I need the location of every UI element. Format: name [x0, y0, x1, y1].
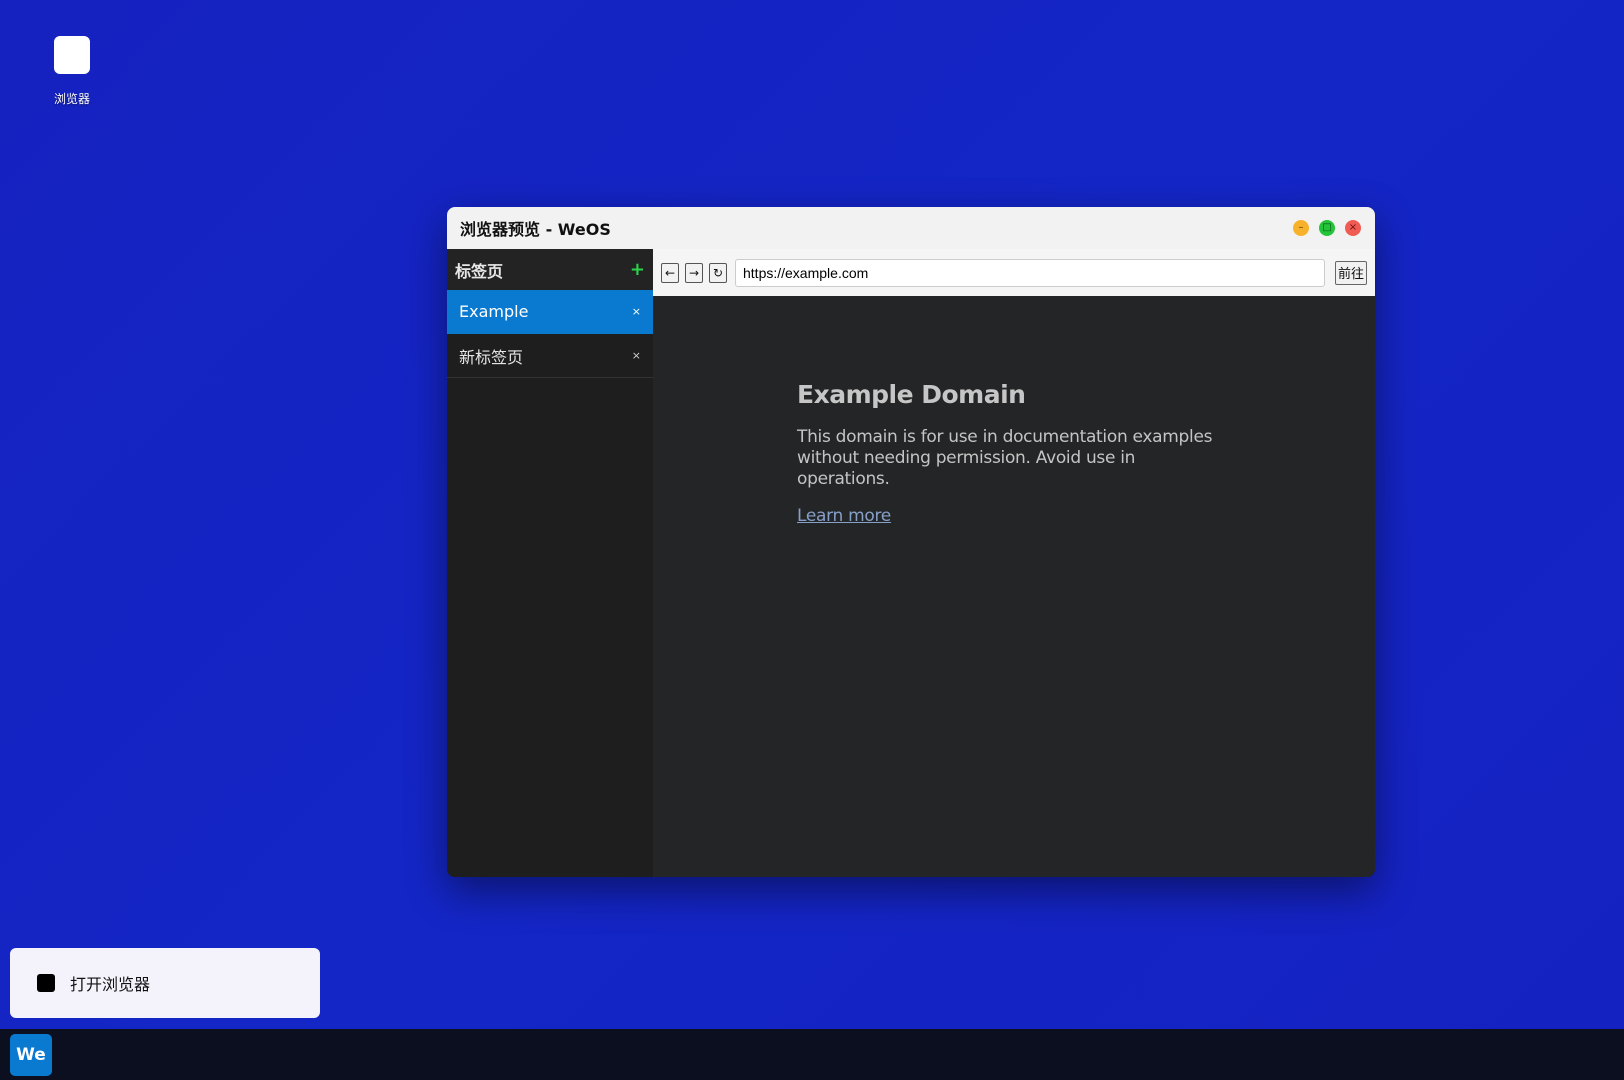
- tabs-sidebar: 标签页 + Example × 新标签页 ×: [447, 249, 653, 877]
- desktop-icon-label: 浏览器: [53, 92, 90, 106]
- reload-button[interactable]: ↻: [709, 262, 727, 283]
- page-body-text: This domain is for use in documentation …: [797, 427, 1213, 489]
- tab-label: Example: [459, 302, 529, 321]
- window-titlebar[interactable]: 浏览器预览 - WeOS – □ ×: [447, 207, 1375, 249]
- window-controls: – □ ×: [1293, 220, 1361, 236]
- tab-new-tab[interactable]: 新标签页 ×: [447, 334, 653, 378]
- tabs-header: 标签页 +: [447, 249, 653, 290]
- open-browser-label: 打开浏览器: [70, 975, 151, 994]
- taskbar: We: [0, 1029, 1624, 1080]
- page-content: Example Domain This domain is for use in…: [653, 296, 1375, 877]
- learn-more-link[interactable]: Learn more: [797, 506, 891, 526]
- window-title: 浏览器预览 - WeOS: [460, 220, 611, 239]
- close-button[interactable]: ×: [1345, 220, 1361, 236]
- tabs-header-title: 标签页: [455, 261, 504, 281]
- close-tab-icon[interactable]: ×: [632, 305, 641, 318]
- add-tab-button[interactable]: +: [630, 259, 645, 280]
- url-input[interactable]: [735, 258, 1325, 287]
- open-browser-item[interactable]: 打开浏览器: [10, 948, 320, 1018]
- browser-window: 浏览器预览 - WeOS – □ × 标签页 + Example × 新标签页 …: [447, 207, 1375, 877]
- close-tab-icon[interactable]: ×: [632, 349, 641, 362]
- window-body: 标签页 + Example × 新标签页 × ← → ↻ 前往 Example …: [447, 249, 1375, 877]
- tab-example[interactable]: Example ×: [447, 290, 653, 334]
- tab-label: 新标签页: [459, 347, 524, 367]
- app-square-icon: [37, 974, 55, 992]
- browser-main: ← → ↻ 前往 Example Domain This domain is f…: [653, 249, 1375, 877]
- browser-icon: [54, 36, 90, 74]
- maximize-button[interactable]: □: [1319, 220, 1335, 236]
- desktop-icon-browser[interactable]: 浏览器: [40, 36, 104, 107]
- start-button[interactable]: We: [10, 1033, 52, 1076]
- minimize-button[interactable]: –: [1293, 220, 1309, 236]
- page-heading: Example Domain: [797, 380, 1026, 409]
- forward-button[interactable]: →: [685, 262, 703, 283]
- back-button[interactable]: ←: [661, 262, 679, 283]
- navigation-toolbar: ← → ↻ 前往: [653, 249, 1375, 296]
- go-button[interactable]: 前往: [1335, 260, 1367, 285]
